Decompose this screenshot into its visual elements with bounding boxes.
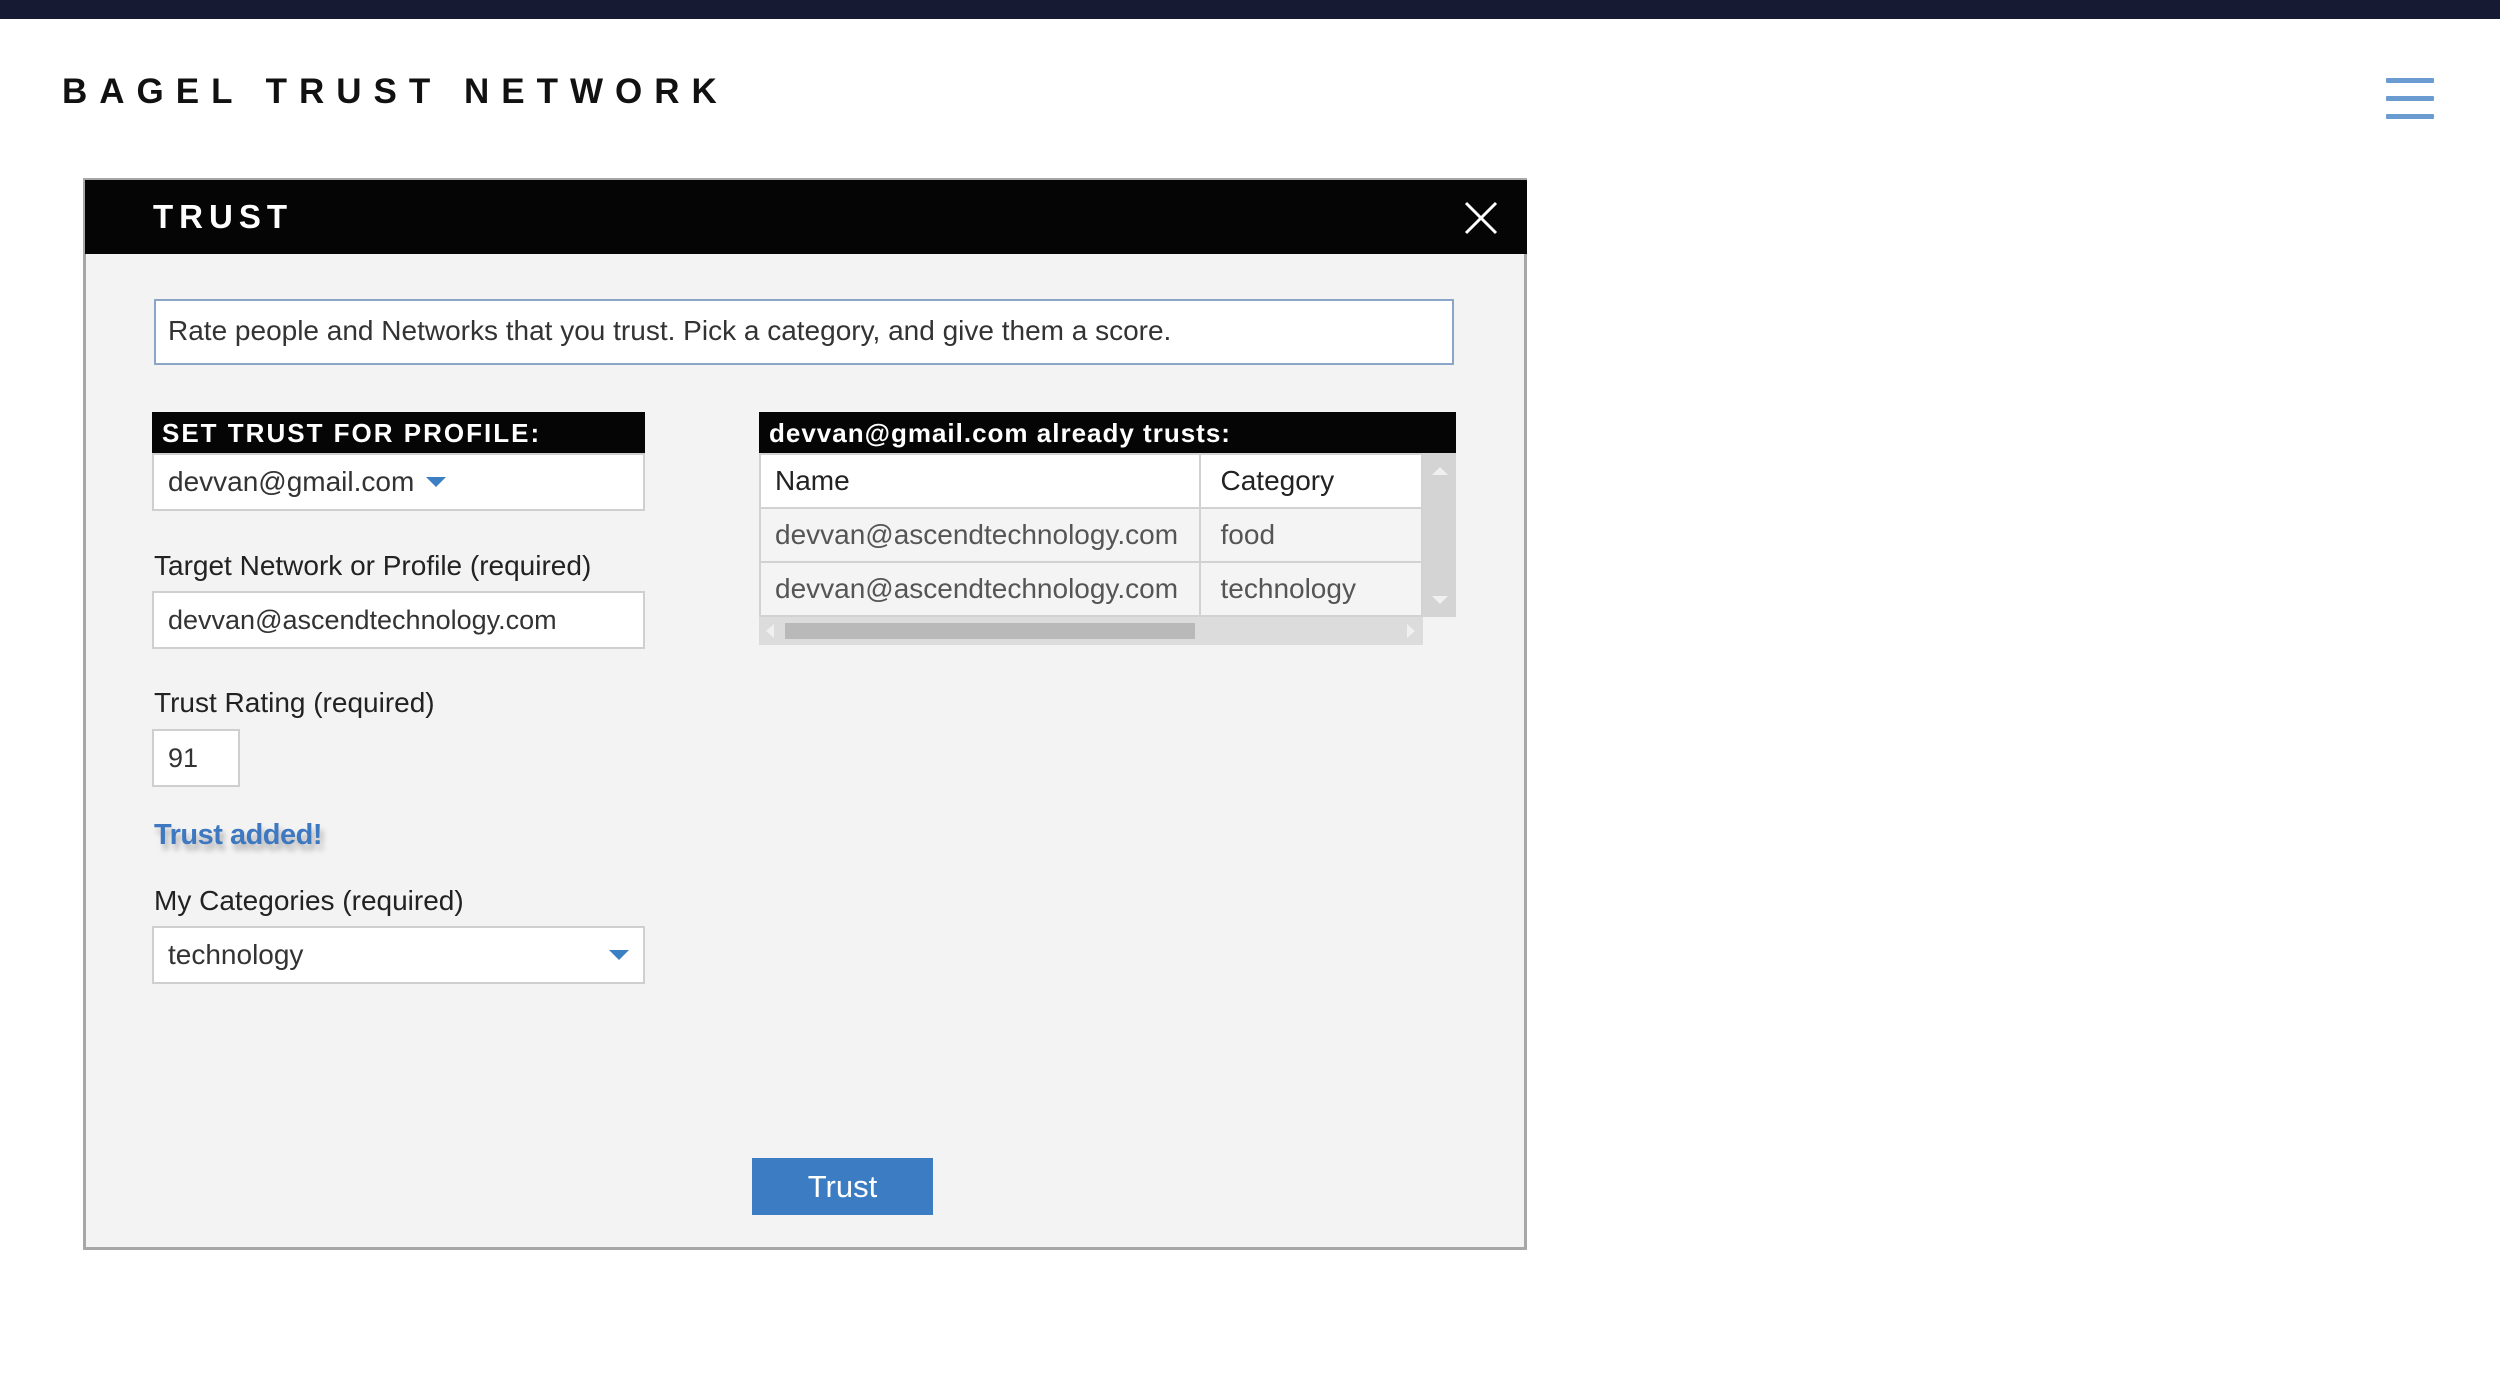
chevron-down-icon (426, 477, 447, 487)
brand-title: BAGEL TRUST NETWORK (62, 72, 729, 111)
cell-category: technology (1198, 561, 1424, 617)
hamburger-line (2386, 78, 2434, 83)
horizontal-scrollbar[interactable] (759, 617, 1423, 645)
hamburger-line (2386, 114, 2434, 119)
cell-name: devvan@ascendtechnology.com (759, 507, 1201, 563)
trust-button[interactable]: Trust (752, 1158, 933, 1215)
chevron-down-icon (609, 950, 629, 960)
trust-dialog: TRUST Rate people and Networks that you … (83, 178, 1527, 1250)
intro-text: Rate people and Networks that you trust.… (154, 299, 1454, 365)
profile-select[interactable]: devvan@gmail.com (152, 453, 645, 511)
target-label: Target Network or Profile (required) (154, 550, 592, 581)
column-header-name[interactable]: Name (759, 453, 1201, 509)
scroll-down-icon[interactable] (1432, 596, 1448, 604)
column-header-category[interactable]: Category (1198, 453, 1424, 509)
rating-label: Trust Rating (required) (154, 687, 435, 718)
categories-label: My Categories (required) (154, 885, 464, 916)
profile-selected-value: devvan@gmail.com (168, 466, 415, 497)
table-row[interactable]: devvan@ascendtechnology.com technology (759, 561, 1424, 617)
top-stripe (0, 0, 2500, 19)
hamburger-menu-icon[interactable] (2386, 78, 2434, 120)
scrollbar-thumb[interactable] (785, 623, 1195, 639)
trusts-table-container: Name Category devvan@ascendtechnology.co… (759, 453, 1456, 617)
scroll-right-icon[interactable] (1407, 624, 1415, 638)
close-icon[interactable] (1463, 200, 1499, 236)
rating-input[interactable]: 91 (152, 729, 240, 787)
status-message: Trust added! (154, 819, 323, 851)
cell-category: food (1198, 507, 1424, 563)
trusts-table: Name Category devvan@ascendtechnology.co… (759, 453, 1424, 617)
trusts-table-title: devvan@gmail.com already trusts: (759, 412, 1456, 453)
table-header-row: Name Category (759, 453, 1424, 509)
target-input[interactable]: devvan@ascendtechnology.com (152, 591, 645, 649)
category-selected-value: technology (168, 939, 304, 970)
hamburger-line (2386, 96, 2434, 101)
vertical-scrollbar[interactable] (1423, 453, 1456, 617)
scroll-left-icon[interactable] (766, 624, 774, 638)
cell-name: devvan@ascendtechnology.com (759, 561, 1201, 617)
dialog-header: TRUST (85, 180, 1527, 254)
category-select[interactable]: technology (152, 926, 645, 984)
table-row[interactable]: devvan@ascendtechnology.com food (759, 507, 1424, 563)
profile-section-label: SET TRUST FOR PROFILE: (152, 412, 645, 453)
dialog-title: TRUST (153, 198, 293, 235)
scroll-up-icon[interactable] (1432, 467, 1448, 475)
